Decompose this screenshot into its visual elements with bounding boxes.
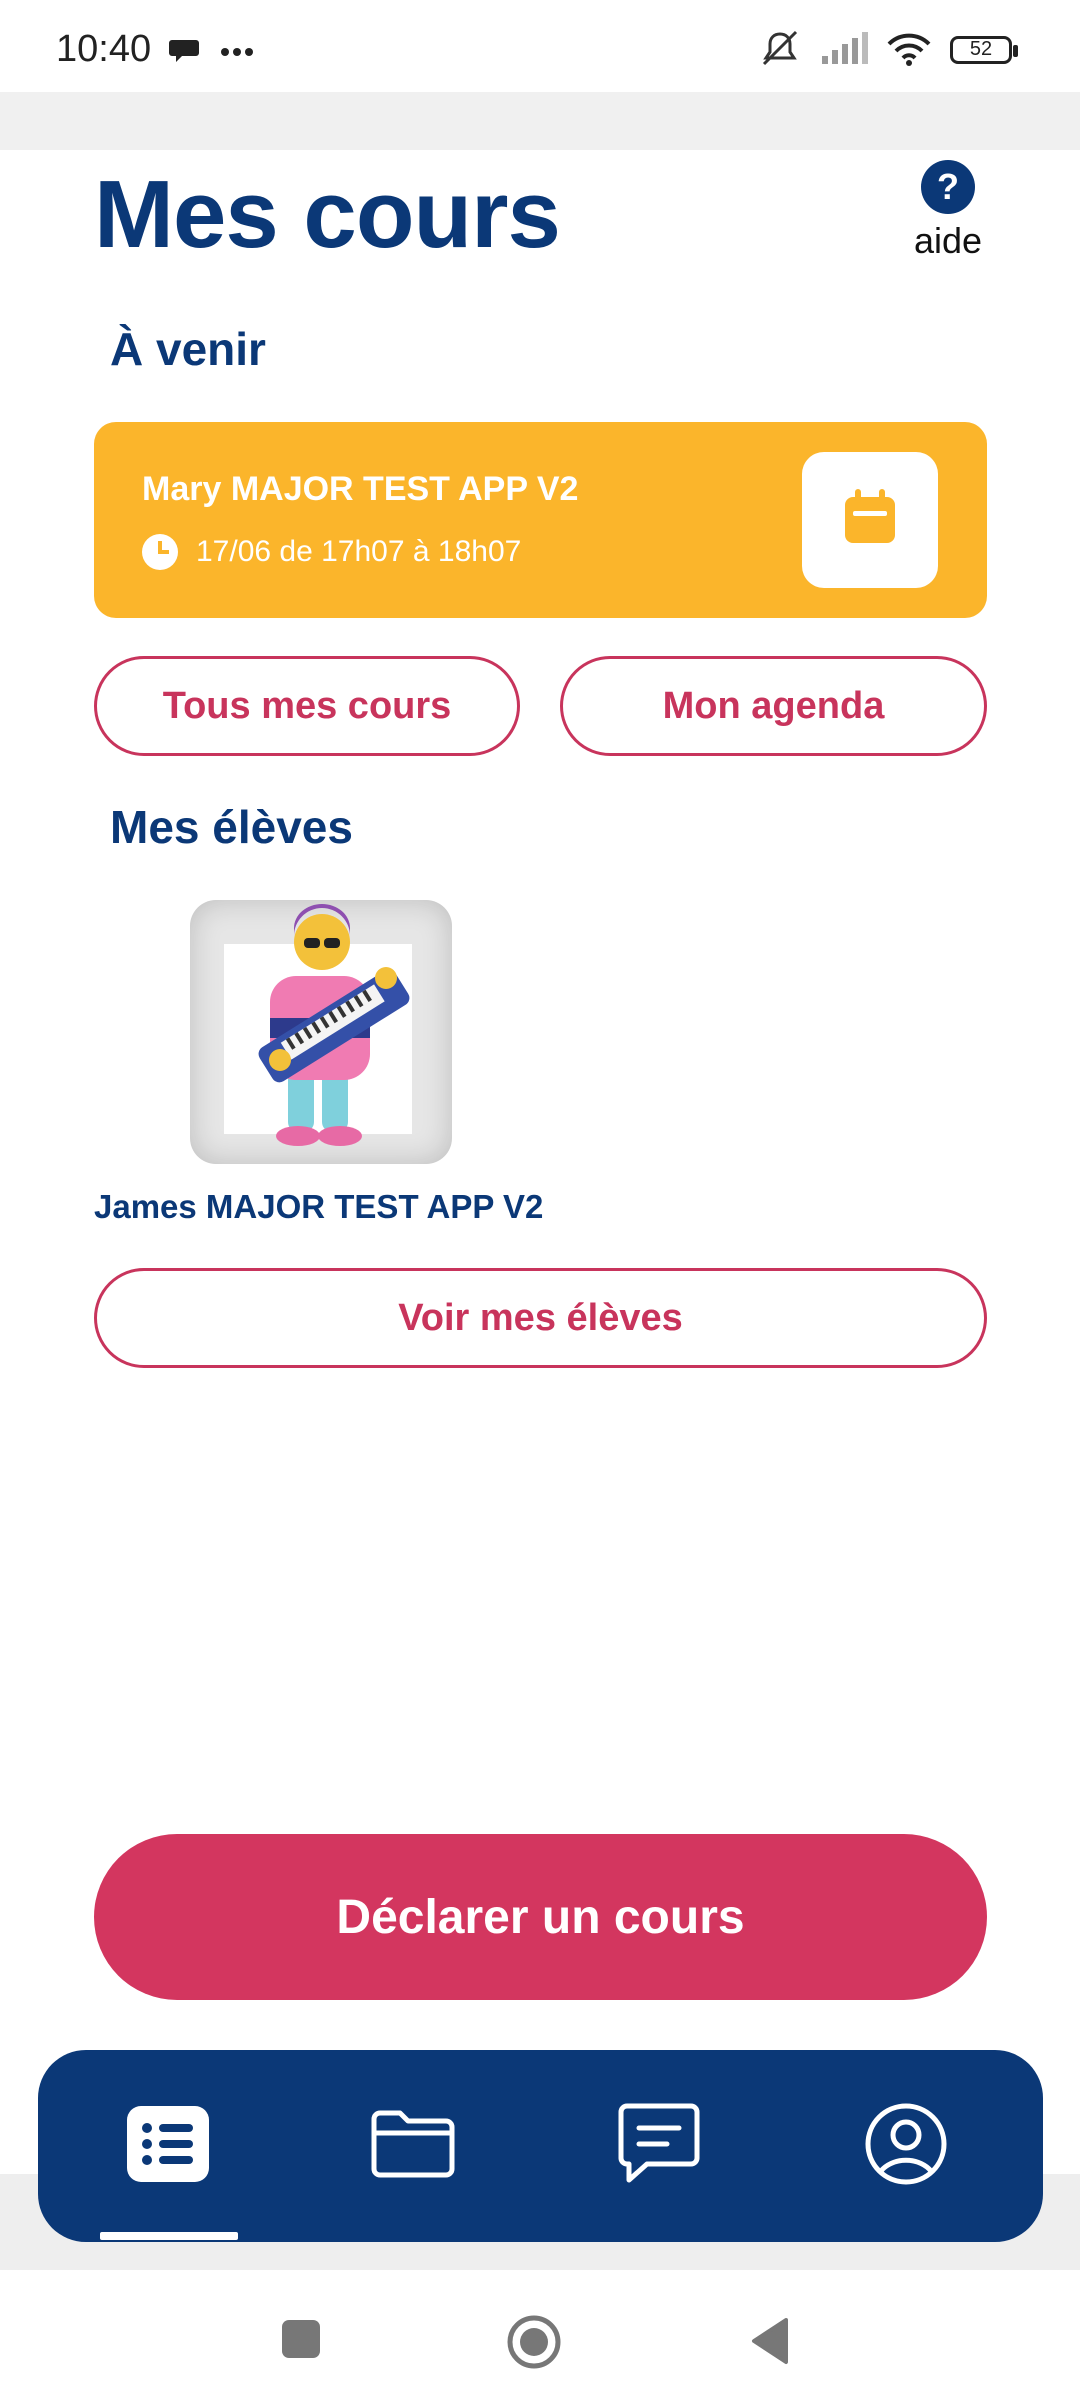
students-section-title: Mes élèves — [110, 801, 353, 853]
clock-icon — [142, 534, 178, 570]
home-button[interactable] — [506, 2314, 562, 2375]
upcoming-course-card[interactable]: Mary MAJOR TEST APP V2 17/06 de 17h07 à … — [94, 422, 987, 618]
back-triangle-icon — [748, 2318, 790, 2370]
all-courses-button[interactable]: Tous mes cours — [94, 656, 520, 756]
help-button[interactable]: ? aide — [900, 160, 996, 262]
course-time-row: 17/06 de 17h07 à 18h07 — [142, 534, 521, 570]
status-bar: 10:40 52 — [0, 0, 1080, 92]
upcoming-section-title: À venir — [110, 323, 266, 375]
active-tab-indicator — [100, 2232, 238, 2240]
help-icon: ? — [921, 160, 975, 214]
chat-icon — [617, 2102, 701, 2191]
battery-icon: 52 — [950, 35, 1020, 68]
status-icons: 52 — [758, 30, 1020, 73]
battery-level: 52 — [969, 37, 993, 60]
home-circle-icon — [506, 2315, 562, 2374]
agenda-button[interactable]: Mon agenda — [560, 656, 987, 756]
recent-apps-button[interactable] — [280, 2318, 322, 2365]
status-time: 10:40 — [56, 28, 152, 70]
calendar-icon — [839, 487, 901, 554]
page-title: Mes cours — [94, 161, 561, 268]
student-name: James MAJOR TEST APP V2 — [94, 1188, 544, 1225]
nav-item-documents[interactable] — [365, 2098, 461, 2194]
wifi-icon — [886, 32, 932, 71]
see-students-button[interactable]: Voir mes élèves — [94, 1268, 987, 1368]
add-to-calendar-button[interactable] — [802, 452, 938, 588]
signal-icon — [820, 32, 868, 71]
back-button[interactable] — [748, 2316, 790, 2371]
bottom-nav — [38, 2050, 1043, 2242]
nav-item-courses[interactable] — [120, 2098, 216, 2194]
mute-icon — [758, 30, 802, 73]
keytar-character-image — [224, 904, 412, 1146]
square-icon — [280, 2320, 322, 2364]
nav-item-messages[interactable] — [611, 2098, 707, 2194]
course-time: 17/06 de 17h07 à 18h07 — [196, 535, 522, 568]
help-label: aide — [913, 220, 983, 261]
folder-icon — [370, 2109, 456, 2184]
system-nav-bar — [0, 2270, 1080, 2400]
message-icon — [168, 36, 202, 71]
course-student-name: Mary MAJOR TEST APP V2 — [142, 470, 579, 508]
header-band — [0, 92, 1080, 150]
nav-item-profile[interactable] — [858, 2098, 954, 2194]
profile-icon — [863, 2101, 949, 2192]
student-avatar[interactable] — [190, 900, 452, 1164]
more-icon — [220, 44, 254, 62]
declare-course-button[interactable]: Déclarer un cours — [94, 1834, 987, 2000]
list-icon — [125, 2104, 211, 2189]
